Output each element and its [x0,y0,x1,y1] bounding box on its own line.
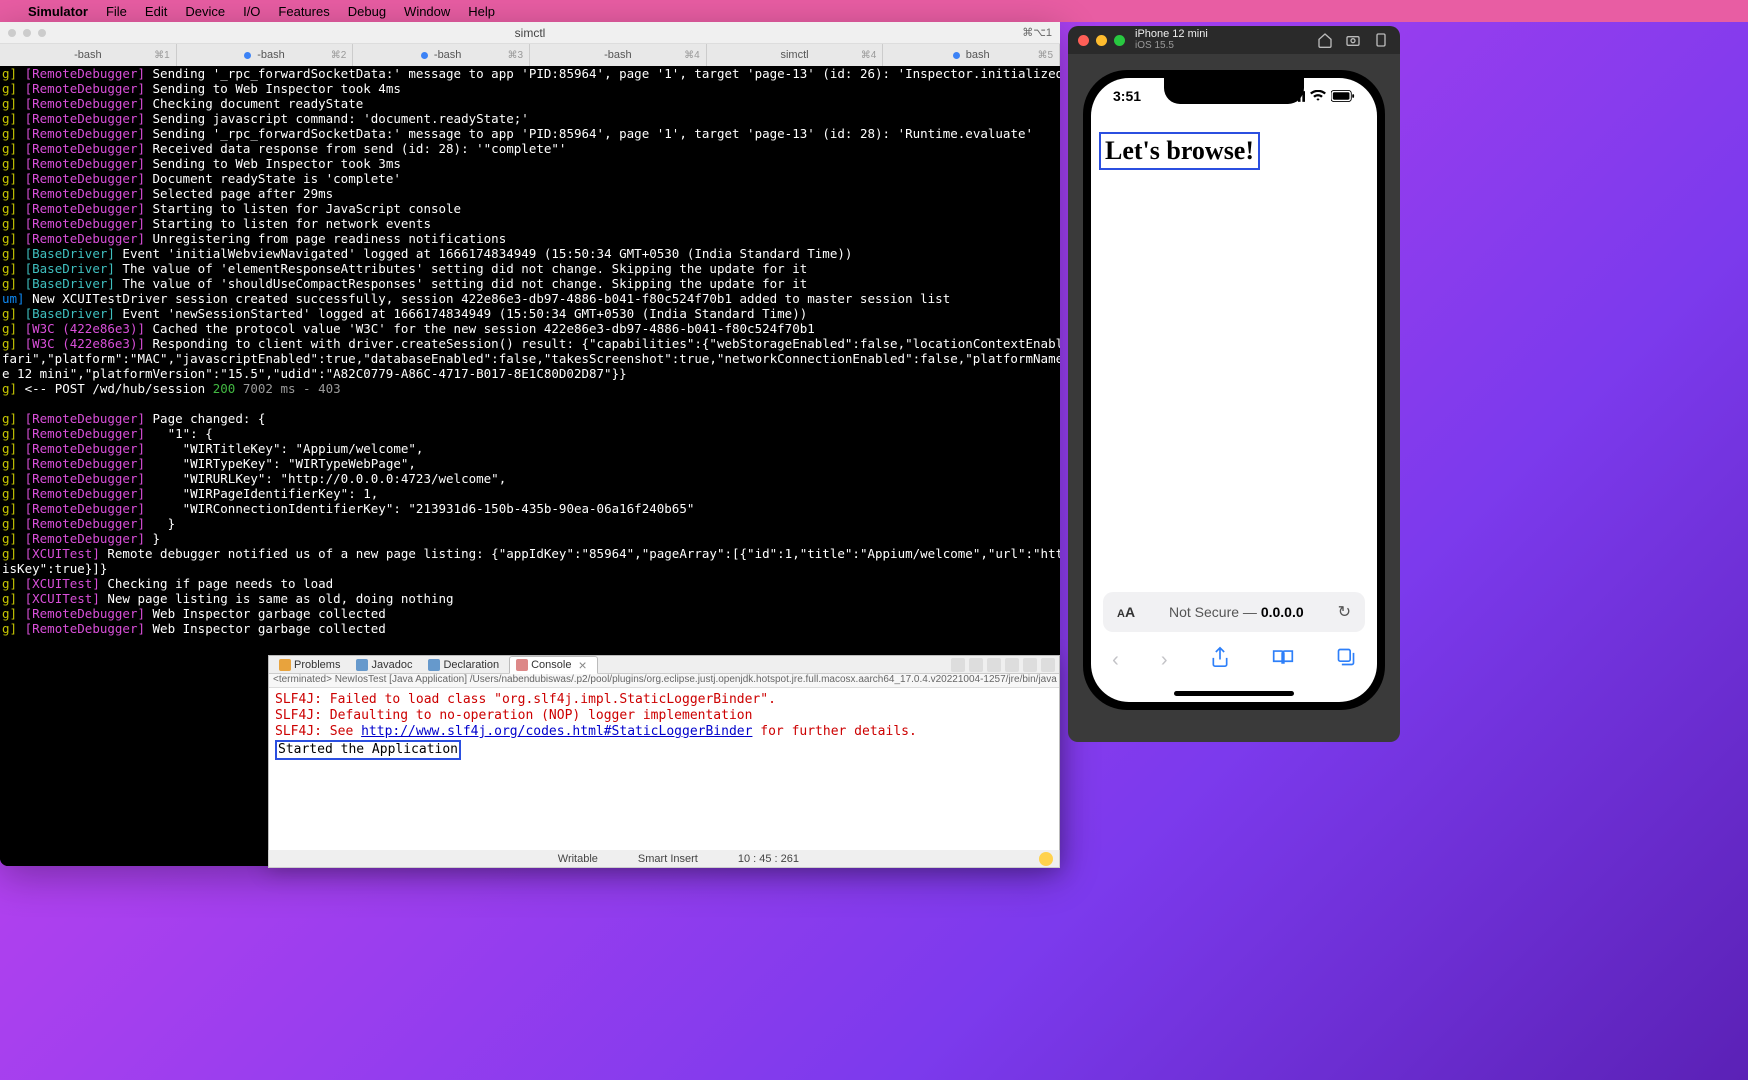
terminal-title-hotkey: ⌘⌥1 [1022,26,1052,39]
tab-hotkey: ⌘4 [684,50,700,61]
simulator-titlebar[interactable]: iPhone 12 mini iOS 15.5 [1068,26,1400,54]
menu-window[interactable]: Window [404,4,450,19]
battery-icon [1331,90,1355,102]
safari-toolbar: ‹ › [1091,640,1377,680]
unread-dot-icon [421,52,428,59]
problems-icon [279,659,291,671]
console-line: SLF4J: See http://www.slf4j.org/codes.ht… [275,724,1053,740]
menu-device[interactable]: Device [185,4,225,19]
tab-problems[interactable]: Problems [273,659,346,671]
macos-menubar: Simulator File Edit Device I/O Features … [0,0,1748,22]
tab-hotkey: ⌘5 [1037,50,1053,61]
simulator-title-text: iPhone 12 mini iOS 15.5 [1135,28,1306,52]
terminal-tabs: -bash ⌘1 -bash ⌘2 -bash ⌘3 -bash ⌘4 simctl ⌘4 bash… [0,44,1060,66]
eclipse-view-tabs: Problems Javadoc Declaration Console× [269,656,1059,674]
screenshot-icon[interactable] [1344,31,1362,49]
tab-label: bash [966,49,990,61]
simulator-body: 3:51 Let's browse! AA Not Secure — 0.0.0… [1068,54,1400,742]
tip-bulb-icon[interactable] [1039,852,1053,866]
terminal-tab[interactable]: -bash ⌘2 [177,44,354,66]
unread-dot-icon [953,52,960,59]
home-icon[interactable] [1316,31,1334,49]
console-line: SLF4J: Failed to load class "org.slf4j.i… [275,692,1053,708]
tabs-icon[interactable] [1336,647,1356,673]
terminal-title: simctl [515,26,546,40]
close-icon[interactable] [8,29,16,37]
reload-icon[interactable]: ↻ [1338,602,1351,622]
menu-help[interactable]: Help [468,4,495,19]
menu-debug[interactable]: Debug [348,4,386,19]
safari-url-bar[interactable]: AA Not Secure — 0.0.0.0 ↻ [1103,592,1365,632]
menu-edit[interactable]: Edit [145,4,167,19]
back-icon[interactable]: ‹ [1112,649,1119,672]
tab-label: -bash [604,49,632,61]
iphone-notch [1164,78,1304,104]
tab-label: -bash [257,49,285,61]
console-toolbar-button[interactable] [987,658,1001,672]
share-icon[interactable] [1210,646,1230,674]
tab-hotkey: ⌘1 [154,50,170,61]
eclipse-status-bar: Writable Smart Insert 10 : 45 : 261 [268,850,1060,868]
menu-features[interactable]: Features [278,4,329,19]
tab-label: -bash [74,49,102,61]
tab-declaration[interactable]: Declaration [422,659,505,671]
console-subheader: <terminated> NewIosTest [Java Applicatio… [269,674,1059,688]
unread-dot-icon [244,52,251,59]
console-toolbar-button[interactable] [1005,658,1019,672]
terminal-tab[interactable]: bash ⌘5 [883,44,1060,66]
traffic-lights[interactable] [1078,35,1125,46]
console-output[interactable]: SLF4J: Failed to load class "org.slf4j.i… [269,688,1059,764]
console-toolbar-button[interactable] [1023,658,1037,672]
simulator-device-name: iPhone 12 mini [1135,28,1306,40]
status-insert-mode: Smart Insert [638,853,698,865]
bookmarks-icon[interactable] [1272,648,1294,672]
status-time: 3:51 [1113,88,1141,104]
console-toolbar-button[interactable] [969,658,983,672]
tab-label: -bash [434,49,462,61]
console-line: SLF4J: Defaulting to no-operation (NOP) … [275,708,1053,724]
javadoc-icon [356,659,368,671]
minimize-icon[interactable] [1096,35,1107,46]
page-heading: Let's browse! [1099,132,1260,170]
tab-hotkey: ⌘4 [861,50,877,61]
eclipse-console-panel: Problems Javadoc Declaration Console× <t… [268,655,1060,867]
rotate-icon[interactable] [1372,31,1390,49]
wifi-icon [1310,90,1326,102]
terminal-titlebar[interactable]: simctl ⌘⌥1 [0,22,1060,44]
forward-icon[interactable]: › [1161,649,1168,672]
iphone-frame: 3:51 Let's browse! AA Not Secure — 0.0.0… [1083,70,1385,710]
menu-io[interactable]: I/O [243,4,260,19]
tab-hotkey: ⌘3 [507,50,523,61]
tab-label: simctl [780,49,808,61]
tab-javadoc[interactable]: Javadoc [350,659,418,671]
close-icon[interactable]: × [574,657,590,673]
console-toolbar-button[interactable] [951,658,965,672]
traffic-lights[interactable] [8,29,46,37]
url-text[interactable]: Not Secure — 0.0.0.0 [1135,604,1338,620]
tab-console[interactable]: Console× [509,656,598,674]
reader-aa-icon[interactable]: AA [1117,604,1135,620]
status-cursor-position: 10 : 45 : 261 [738,853,799,865]
app-name[interactable]: Simulator [28,4,88,19]
zoom-icon[interactable] [38,29,46,37]
zoom-icon[interactable] [1114,35,1125,46]
terminal-tab[interactable]: -bash ⌘4 [530,44,707,66]
terminal-tab[interactable]: -bash ⌘3 [353,44,530,66]
terminal-tab[interactable]: -bash ⌘1 [0,44,177,66]
declaration-icon [428,659,440,671]
minimize-icon[interactable] [23,29,31,37]
simulator-os-version: iOS 15.5 [1135,40,1306,52]
menu-file[interactable]: File [106,4,127,19]
simulator-window: iPhone 12 mini iOS 15.5 3:51 Let's brow [1068,26,1400,742]
safari-page-content[interactable]: Let's browse! [1091,124,1377,178]
home-indicator[interactable] [1174,691,1294,696]
console-icon [516,659,528,671]
tab-hotkey: ⌘2 [331,50,347,61]
terminal-tab[interactable]: simctl ⌘4 [707,44,884,66]
console-line: Started the Application [275,740,1053,760]
status-writable: Writable [558,853,598,865]
iphone-screen[interactable]: 3:51 Let's browse! AA Not Secure — 0.0.0… [1091,78,1377,702]
close-icon[interactable] [1078,35,1089,46]
console-toolbar-button[interactable] [1041,658,1055,672]
